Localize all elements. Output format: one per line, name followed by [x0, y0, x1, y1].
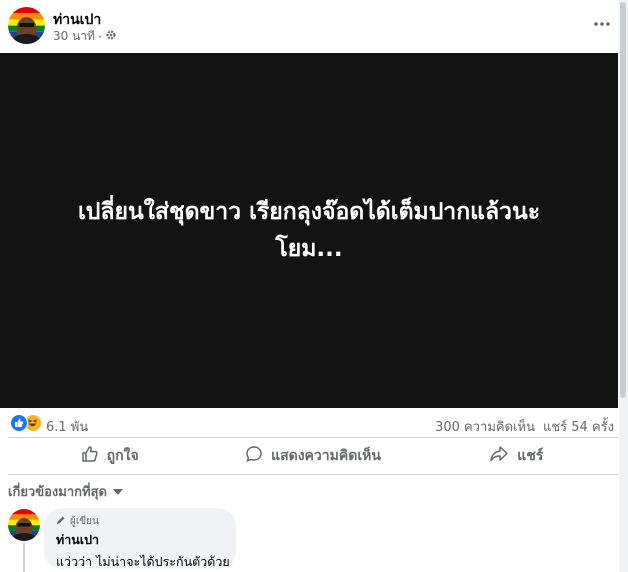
more-dots-icon[interactable]: [588, 10, 616, 38]
share-label: แชร์: [517, 448, 544, 464]
comment-bubble-icon: [245, 445, 263, 467]
pencil-icon: [56, 515, 66, 528]
post-media[interactable]: เปลี่ยนใส่ชุดขาว เรียกลุงจ๊อดได้เต็มปากแ…: [0, 53, 618, 408]
post-time[interactable]: 30 นาที: [53, 27, 95, 46]
comment-text: แว่วว่า ไม่น่าจะได้ประกันตัวด้วย: [56, 554, 230, 569]
media-caption-line1: เปลี่ยนใส่ชุดขาว เรียกลุงจ๊อดได้เต็มปากแ…: [77, 198, 541, 225]
author-badge: ผู้เขียน: [56, 514, 224, 528]
like-reaction-icon: [10, 414, 28, 432]
engagement-counts: 300 ความคิดเห็น แชร์ 54 ครั้ง: [435, 416, 614, 437]
comment-label: แสดงความคิดเห็น: [271, 448, 381, 464]
comment-sort-dropdown[interactable]: เกี่ยวข้องมากที่สุด: [8, 481, 123, 502]
media-caption-line2: โยม...: [275, 235, 343, 262]
media-caption: เปลี่ยนใส่ชุดขาว เรียกลุงจ๊อดได้เต็มปากแ…: [14, 194, 604, 268]
commenter-avatar[interactable]: [8, 509, 40, 541]
comment-count[interactable]: 300 ความคิดเห็น: [435, 416, 535, 437]
comment-author[interactable]: ท่านเปา: [56, 530, 224, 550]
thread-line: [23, 543, 25, 572]
comment-button[interactable]: แสดงความคิดเห็น: [211, 438, 414, 474]
caret-down-icon: [112, 484, 123, 499]
like-button[interactable]: ถูกใจ: [8, 438, 211, 474]
meta-separator: ·: [97, 29, 102, 44]
author-badge-label: ผู้เขียน: [70, 515, 99, 527]
author-avatar[interactable]: [8, 7, 45, 44]
post-header: ท่านเปา 30 นาที ·: [0, 0, 618, 53]
sort-label: เกี่ยวข้องมากที่สุด: [8, 485, 107, 500]
reaction-count[interactable]: 6.1 พัน: [46, 416, 88, 437]
share-count[interactable]: แชร์ 54 ครั้ง: [543, 416, 614, 437]
reactions-bar: 6.1 พัน 300 ความคิดเห็น แชร์ 54 ครั้ง: [0, 408, 618, 438]
post-card: ท่านเปา 30 นาที · เปลี่ยนใส่ชุดขาว เรียก…: [0, 0, 618, 572]
action-bar: ถูกใจ แสดงความคิดเห็น แชร์: [8, 437, 618, 475]
comment-bubble: ผู้เขียน ท่านเปา แว่วว่า ไม่น่าจะได้ประก…: [44, 508, 236, 569]
post-meta: 30 นาที ·: [53, 27, 117, 46]
thumbs-up-icon: [81, 445, 99, 467]
scrollbar-thumb[interactable]: [620, 2, 626, 398]
reaction-icons[interactable]: [10, 414, 44, 432]
share-arrow-icon: [489, 445, 509, 467]
like-label: ถูกใจ: [106, 448, 139, 464]
share-button[interactable]: แชร์: [415, 438, 618, 474]
gear-icon: [105, 29, 117, 44]
